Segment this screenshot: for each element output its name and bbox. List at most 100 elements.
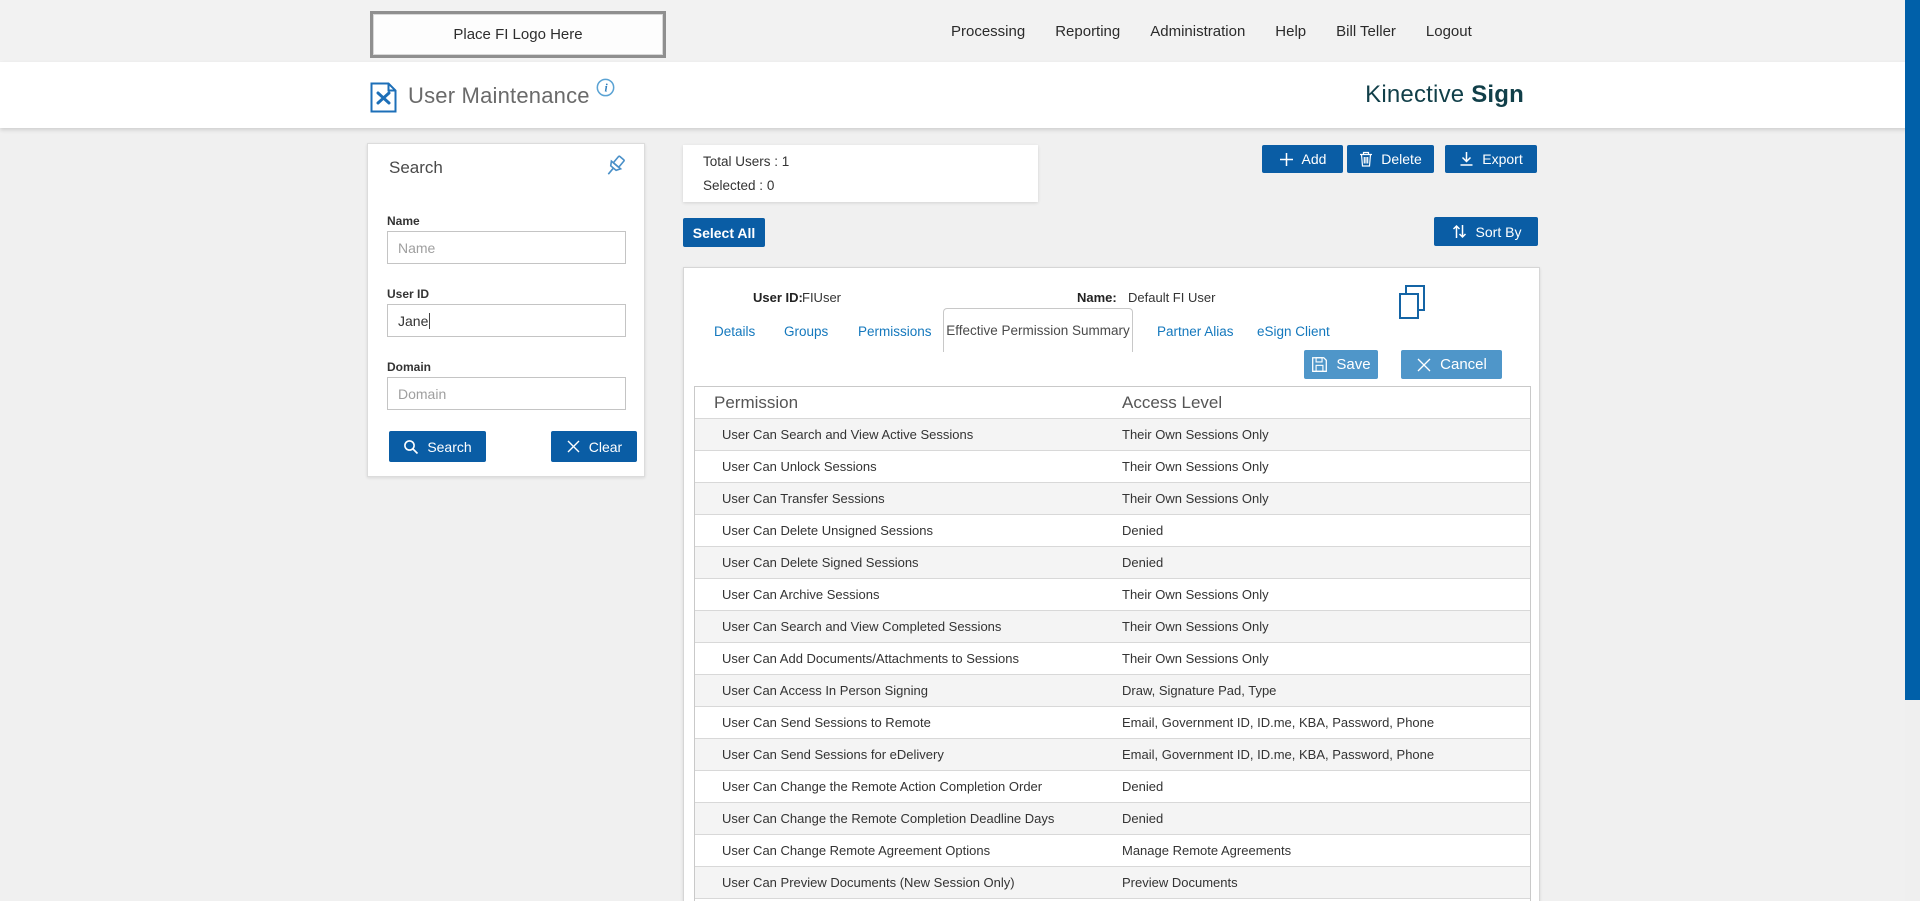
user-id-field-label: User ID: [753, 290, 803, 305]
tab-details[interactable]: Details [714, 324, 755, 339]
clear-button-label: Clear [588, 438, 623, 455]
search-button[interactable]: Search [389, 431, 486, 462]
sort-arrows-icon [1452, 224, 1466, 239]
add-button[interactable]: Add [1262, 145, 1343, 173]
access-level-cell: Their Own Sessions Only [1122, 587, 1269, 602]
select-all-button[interactable]: Select All [683, 218, 765, 247]
table-row[interactable]: User Can Search and View Completed Sessi… [695, 610, 1530, 642]
main-nav: Processing Reporting Administration Help… [951, 0, 1472, 62]
access-level-cell: Their Own Sessions Only [1122, 619, 1269, 634]
table-row[interactable]: User Can Archive Sessions Their Own Sess… [695, 578, 1530, 610]
tab-esign-client[interactable]: eSign Client [1257, 324, 1330, 339]
page-title: User Maintenance [408, 83, 590, 108]
table-body: User Can Search and View Active Sessions… [695, 418, 1530, 901]
delete-button-label: Delete [1381, 151, 1422, 167]
nav-help[interactable]: Help [1275, 23, 1306, 40]
table-row[interactable]: User Can Add Documents/Attachments to Se… [695, 642, 1530, 674]
export-button-label: Export [1482, 151, 1523, 167]
fi-logo-text: Place FI Logo Here [453, 26, 583, 43]
name-label: Name [387, 214, 420, 228]
permission-cell: User Can Add Documents/Attachments to Se… [722, 651, 1019, 666]
tab-partner-alias[interactable]: Partner Alias [1157, 324, 1234, 339]
table-row[interactable]: User Can Preview Documents (New Session … [695, 866, 1530, 898]
name-field-label: Name: [1077, 290, 1117, 305]
table-row[interactable]: User Can Change the Remote Completion De… [695, 802, 1530, 834]
table-row[interactable]: User Can Send Sessions for eDelivery Ema… [695, 738, 1530, 770]
page-scrollbar-track[interactable] [1905, 0, 1920, 901]
permission-cell: User Can Unlock Sessions [722, 459, 877, 474]
search-icon [404, 439, 419, 454]
access-level-cell: Preview Documents [1122, 875, 1238, 890]
page-header: User Maintenance i Kinective Sign [0, 62, 1920, 128]
user-id-field-value: FIUser [802, 290, 841, 305]
nav-administration[interactable]: Administration [1150, 23, 1245, 40]
nav-logout[interactable]: Logout [1426, 23, 1472, 40]
total-users-label: Total Users : [703, 154, 779, 169]
tab-effective-permission-summary[interactable]: Effective Permission Summary [943, 308, 1133, 352]
search-panel-title: Search [389, 158, 443, 177]
table-header-row: Permission Access Level [695, 387, 1530, 418]
copy-icon[interactable] [1396, 284, 1428, 322]
user-id-input[interactable]: Jane [387, 304, 626, 337]
table-row[interactable]: User Can Access In Person Signing Draw, … [695, 674, 1530, 706]
tab-groups[interactable]: Groups [784, 324, 828, 339]
plus-icon [1279, 152, 1293, 166]
permission-cell: User Can Access In Person Signing [722, 683, 928, 698]
total-users-value: 1 [781, 154, 790, 169]
total-users: Total Users : 1 [703, 154, 789, 169]
user-detail-card: User ID: FIUser Name: Default FI User De… [683, 267, 1540, 901]
table-row[interactable]: User Can Delete Signed Sessions Denied [695, 546, 1530, 578]
access-level-cell: Their Own Sessions Only [1122, 491, 1269, 506]
table-row[interactable]: User Can Delete Unsigned Sessions Denied [695, 514, 1530, 546]
access-level-cell: Email, Government ID, ID.me, KBA, Passwo… [1122, 747, 1435, 762]
name-input[interactable] [387, 231, 626, 264]
access-level-cell: Manage Remote Agreements [1122, 843, 1292, 858]
save-button[interactable]: Save [1304, 350, 1378, 379]
table-row[interactable]: User Can Change the Remote Action Comple… [695, 770, 1530, 802]
access-level-cell: Denied [1122, 811, 1164, 826]
brand-product: Sign [1471, 81, 1524, 108]
download-icon [1460, 152, 1473, 166]
domain-input[interactable] [387, 377, 626, 410]
export-button[interactable]: Export [1445, 145, 1537, 173]
trash-icon [1360, 151, 1373, 167]
save-floppy-icon [1312, 357, 1328, 372]
brand-name: Kinective [1365, 81, 1465, 108]
top-nav-bar: Place FI Logo Here Processing Reporting … [0, 0, 1920, 62]
table-row[interactable]: User Can Change Remote Agreement Options… [695, 834, 1530, 866]
clear-button[interactable]: Clear [551, 431, 637, 462]
permission-cell: User Can Search and View Active Sessions [722, 427, 974, 442]
brand-logo: Kinective Sign [1365, 81, 1524, 109]
nav-processing[interactable]: Processing [951, 23, 1025, 40]
pin-icon[interactable] [602, 153, 630, 181]
access-level-cell: Their Own Sessions Only [1122, 459, 1269, 474]
nav-bill-teller[interactable]: Bill Teller [1336, 23, 1396, 40]
permission-cell: User Can Change Remote Agreement Options [722, 843, 991, 858]
column-header-permission: Permission [714, 392, 799, 412]
column-header-access-level: Access Level [1122, 392, 1223, 412]
svg-text:i: i [605, 82, 609, 94]
table-row[interactable]: User Can Transfer Sessions Their Own Ses… [695, 482, 1530, 514]
permission-cell: User Can Send Sessions to Remote [722, 715, 931, 730]
user-id-value: Jane [398, 312, 429, 329]
nav-reporting[interactable]: Reporting [1055, 23, 1120, 40]
sort-by-button[interactable]: Sort By [1434, 217, 1538, 246]
access-level-cell: Denied [1122, 523, 1164, 538]
cancel-button[interactable]: Cancel [1401, 350, 1502, 379]
permission-cell: User Can Send Sessions for eDelivery [722, 747, 944, 762]
selected-count: Selected : 0 [703, 178, 774, 193]
access-level-cell: Denied [1122, 555, 1164, 570]
permission-cell: User Can Delete Unsigned Sessions [722, 523, 933, 538]
table-row[interactable]: User Can Send Sessions to Remote Email, … [695, 706, 1530, 738]
table-row[interactable]: User Can Search and View Active Sessions… [695, 418, 1530, 450]
table-row[interactable]: User Can Unlock Sessions Their Own Sessi… [695, 450, 1530, 482]
delete-button[interactable]: Delete [1347, 145, 1434, 173]
page-scrollbar-thumb[interactable] [1905, 0, 1920, 700]
info-icon[interactable]: i [596, 78, 615, 97]
clear-x-icon [567, 440, 580, 453]
access-level-cell: Denied [1122, 779, 1164, 794]
tab-permissions[interactable]: Permissions [858, 324, 932, 339]
access-level-cell: Their Own Sessions Only [1122, 427, 1269, 442]
select-all-label: Select All [692, 224, 756, 241]
permission-cell: User Can Preview Documents (New Session … [722, 875, 1015, 890]
